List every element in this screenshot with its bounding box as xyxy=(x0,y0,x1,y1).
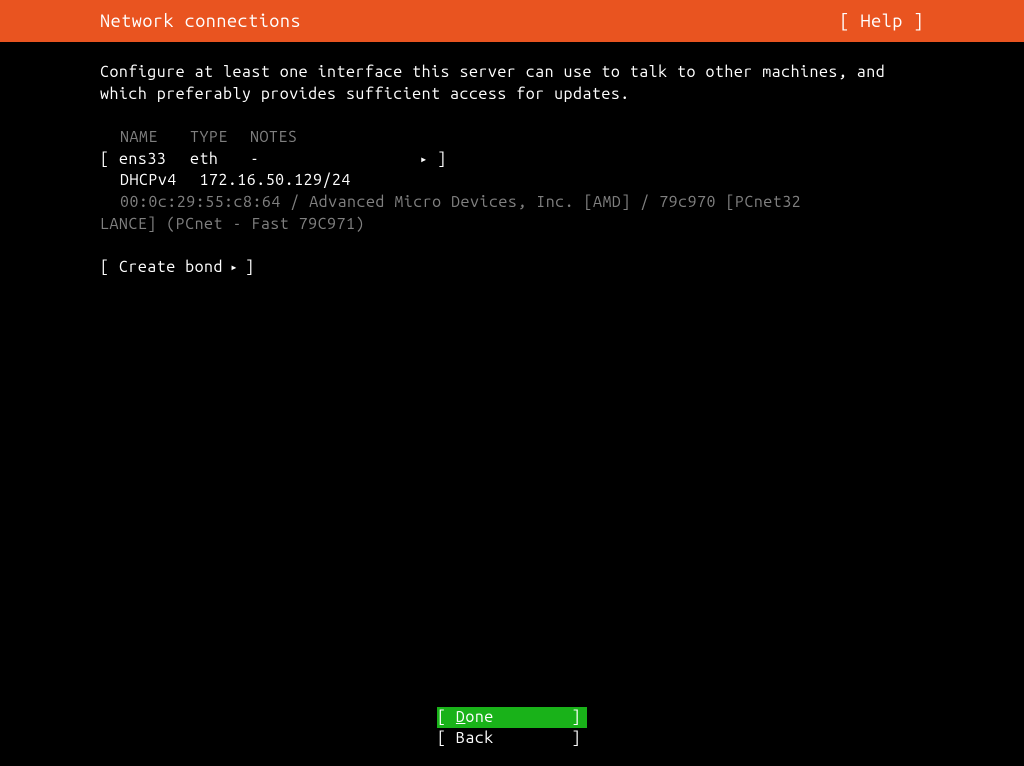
create-bond-label: Create bond xyxy=(119,258,223,276)
dhcp-address: 172.16.50.129/24 xyxy=(199,170,350,192)
main-content: Configure at least one interface this se… xyxy=(0,42,1024,279)
interface-type: eth xyxy=(190,149,250,171)
interface-name: [ ens33 xyxy=(100,149,190,171)
chevron-right-icon: ▸ xyxy=(223,261,245,274)
dhcp-row: DHCPv4 172.16.50.129/24 xyxy=(100,170,924,192)
create-bond-button[interactable]: [ Create bond ▸ ] xyxy=(100,257,924,279)
done-button[interactable]: [ Done] xyxy=(437,707,587,729)
device-info: 00:0c:29:55:c8:64 / Advanced Micro Devic… xyxy=(100,192,924,235)
help-button[interactable]: [ Help ] xyxy=(839,11,1004,31)
back-label: Back xyxy=(456,729,494,747)
footer-buttons: [ Done] [ Back] xyxy=(0,707,1024,750)
interface-row[interactable]: [ ens33 eth - ▸ ] xyxy=(100,149,924,171)
device-info-line2: LANCE] (PCnet - Fast 79C971) xyxy=(100,214,924,236)
header-bar: Network connections [ Help ] xyxy=(0,0,1024,42)
page-title: Network connections xyxy=(100,11,301,31)
header-name: NAME xyxy=(100,127,190,149)
description-text: Configure at least one interface this se… xyxy=(100,62,924,105)
device-info-line1: 00:0c:29:55:c8:64 / Advanced Micro Devic… xyxy=(100,192,924,214)
interface-close-bracket: ] xyxy=(428,149,447,171)
chevron-right-icon: ▸ xyxy=(420,152,428,168)
dhcp-label: DHCPv4 xyxy=(120,170,190,192)
table-header-row: NAME TYPE NOTES xyxy=(100,127,924,149)
back-button[interactable]: [ Back] xyxy=(437,728,587,750)
done-hotkey: D xyxy=(456,708,465,726)
header-type: TYPE xyxy=(190,127,250,149)
interface-notes: - xyxy=(250,149,420,171)
header-notes: NOTES xyxy=(250,127,297,149)
